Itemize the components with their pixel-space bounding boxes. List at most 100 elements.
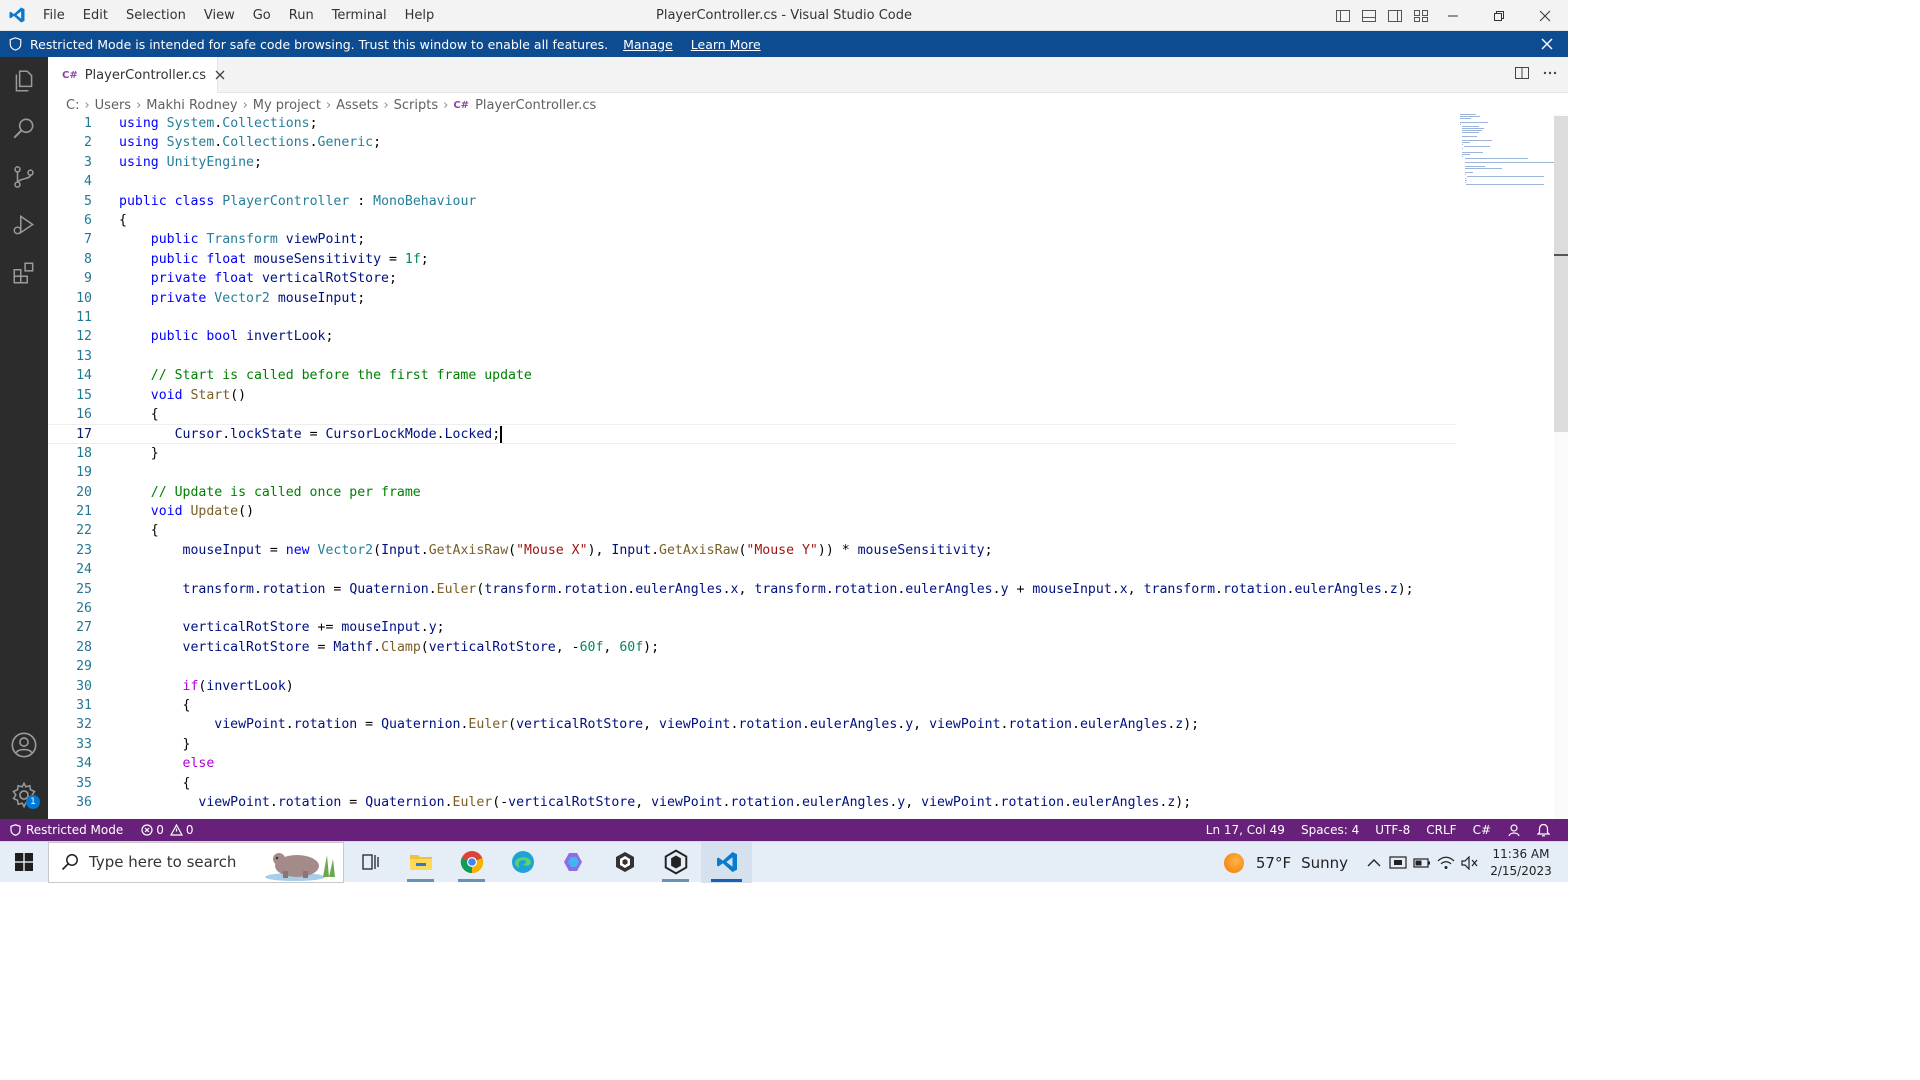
breadcrumb-project[interactable]: My project (253, 98, 321, 113)
code-line[interactable]: 14 // Start is called before the first f… (48, 366, 1456, 385)
code-line[interactable]: 6{ (48, 211, 1456, 230)
scrollbar-thumb[interactable] (1554, 116, 1568, 432)
code-line[interactable]: 11 (48, 308, 1456, 327)
code-line[interactable]: 26 (48, 599, 1456, 618)
minimize-button[interactable] (1430, 0, 1476, 31)
run-debug-icon[interactable] (0, 201, 48, 249)
copilot-icon[interactable] (548, 842, 599, 883)
restricted-mode-status[interactable]: Restricted Mode (0, 819, 134, 841)
feedback-icon[interactable] (1499, 819, 1529, 841)
breadcrumb-drive[interactable]: C: (66, 98, 79, 113)
vscode-taskbar-icon[interactable] (701, 841, 752, 883)
show-desktop-button[interactable] (1560, 842, 1568, 883)
code-line[interactable]: 18 } (48, 444, 1456, 463)
minimap[interactable] (1460, 114, 1559, 194)
menu-run[interactable]: Run (280, 0, 323, 30)
close-tab-icon[interactable] (215, 68, 225, 82)
code-line[interactable]: 32 viewPoint.rotation = Quaternion.Euler… (48, 715, 1456, 734)
task-view-icon[interactable] (344, 842, 395, 883)
taskbar-clock[interactable]: 11:36 AM 2/15/2023 (1482, 846, 1560, 880)
code-editor[interactable]: 1 using System.Collections; 2 using System.… (48, 114, 1568, 819)
code-line[interactable]: 1 using System.Collections; (48, 114, 1456, 133)
code-line[interactable]: 29 (48, 657, 1456, 676)
edge-icon[interactable] (497, 842, 548, 883)
code-line[interactable]: 5 public class PlayerController : MonoBeh… (48, 192, 1456, 211)
toggle-secondary-sidebar-icon[interactable] (1386, 7, 1404, 25)
explorer-icon[interactable] (0, 57, 48, 105)
search-icon[interactable] (0, 105, 48, 153)
menu-view[interactable]: View (195, 0, 244, 30)
accounts-icon[interactable] (0, 721, 48, 769)
manage-link[interactable]: Manage (623, 37, 673, 52)
weather-widget[interactable]: 57°F Sunny (1223, 852, 1348, 873)
unity-hub-icon[interactable] (599, 842, 650, 883)
code-line[interactable]: 13 (48, 347, 1456, 366)
code-line[interactable]: 4 (48, 172, 1456, 191)
code-line[interactable]: 24 (48, 560, 1456, 579)
toggle-primary-sidebar-icon[interactable] (1334, 7, 1352, 25)
restore-button[interactable] (1476, 0, 1522, 31)
menu-file[interactable]: File (34, 0, 74, 30)
code-line[interactable]: 25 transform.rotation = Quaternion.Euler… (48, 580, 1456, 599)
code-line[interactable]: 2 using System.Collections.Generic; (48, 133, 1456, 152)
learn-more-link[interactable]: Learn More (691, 37, 761, 52)
code-line[interactable]: 10 private Vector2 mouseInput; (48, 289, 1456, 308)
breadcrumb-user[interactable]: Makhi Rodney (146, 98, 237, 113)
battery-icon[interactable] (1410, 842, 1434, 883)
chrome-icon[interactable] (446, 842, 497, 883)
code-line[interactable]: 19 (48, 463, 1456, 482)
code-line[interactable]: 36 viewPoint.rotation = Quaternion.Euler… (48, 793, 1456, 812)
close-window-button[interactable] (1522, 0, 1568, 31)
notifications-bell-icon[interactable] (1529, 819, 1558, 841)
vscode-logo-icon[interactable] (0, 0, 34, 31)
code-line[interactable]: 20 // Update is called once per frame (48, 483, 1456, 502)
code-line[interactable]: 7 public Transform viewPoint; (48, 230, 1456, 249)
menu-edit[interactable]: Edit (74, 0, 117, 30)
breadcrumb-users[interactable]: Users (95, 98, 131, 113)
code-line[interactable]: 17 Cursor.lockState = CursorLockMode.Loc… (48, 424, 1456, 444)
unity-editor-icon[interactable] (650, 842, 701, 883)
toggle-panel-icon[interactable] (1360, 7, 1378, 25)
tab-playercontroller[interactable]: C# PlayerController.cs (48, 57, 225, 93)
menu-terminal[interactable]: Terminal (323, 0, 396, 30)
code-line[interactable]: 12 public bool invertLook; (48, 327, 1456, 346)
volume-muted-icon[interactable] (1458, 842, 1482, 883)
chevron-up-icon[interactable] (1362, 842, 1386, 883)
wifi-icon[interactable] (1434, 842, 1458, 883)
code-line[interactable]: 34 else (48, 754, 1456, 773)
file-explorer-icon[interactable] (395, 842, 446, 883)
language-mode-status[interactable]: C# (1465, 819, 1499, 841)
customize-layout-icon[interactable] (1412, 7, 1430, 25)
code-line[interactable]: 21 void Update() (48, 502, 1456, 521)
breadcrumb-scripts[interactable]: Scripts (394, 98, 438, 113)
code-line[interactable]: 28 verticalRotStore = Mathf.Clamp(vertic… (48, 638, 1456, 657)
code-line[interactable]: 3 using UnityEngine; (48, 153, 1456, 172)
code-line[interactable]: 9 private float verticalRotStore; (48, 269, 1456, 288)
source-control-icon[interactable] (0, 153, 48, 201)
code-line[interactable]: 8 public float mouseSensitivity = 1f; (48, 250, 1456, 269)
extensions-icon[interactable] (0, 249, 48, 297)
close-banner-icon[interactable] (1538, 35, 1556, 53)
problems-status[interactable]: 0 0 (133, 819, 201, 841)
eol-status[interactable]: CRLF (1418, 819, 1464, 841)
breadcrumb-assets[interactable]: Assets (336, 98, 378, 113)
split-editor-icon[interactable] (1514, 65, 1530, 85)
menu-help[interactable]: Help (396, 0, 444, 30)
indentation-status[interactable]: Spaces: 4 (1293, 819, 1367, 841)
menu-go[interactable]: Go (244, 0, 280, 30)
code-line[interactable]: 30 if(invertLook) (48, 677, 1456, 696)
code-line[interactable]: 27 verticalRotStore += mouseInput.y; (48, 618, 1456, 637)
meet-now-icon[interactable] (1386, 842, 1410, 883)
settings-gear-icon[interactable]: 1 (0, 771, 48, 819)
breadcrumb-file[interactable]: PlayerController.cs (475, 98, 596, 113)
cursor-position-status[interactable]: Ln 17, Col 49 (1198, 819, 1293, 841)
encoding-status[interactable]: UTF-8 (1367, 819, 1418, 841)
code-line[interactable]: 22 { (48, 521, 1456, 540)
windows-start-icon[interactable] (0, 842, 48, 883)
menu-selection[interactable]: Selection (117, 0, 195, 30)
taskbar-search-box[interactable]: Type here to search (48, 841, 344, 883)
code-line[interactable]: 35 { (48, 774, 1456, 793)
code-line[interactable]: 15 void Start() (48, 386, 1456, 405)
code-line[interactable]: 33 } (48, 735, 1456, 754)
code-line[interactable]: 31 { (48, 696, 1456, 715)
